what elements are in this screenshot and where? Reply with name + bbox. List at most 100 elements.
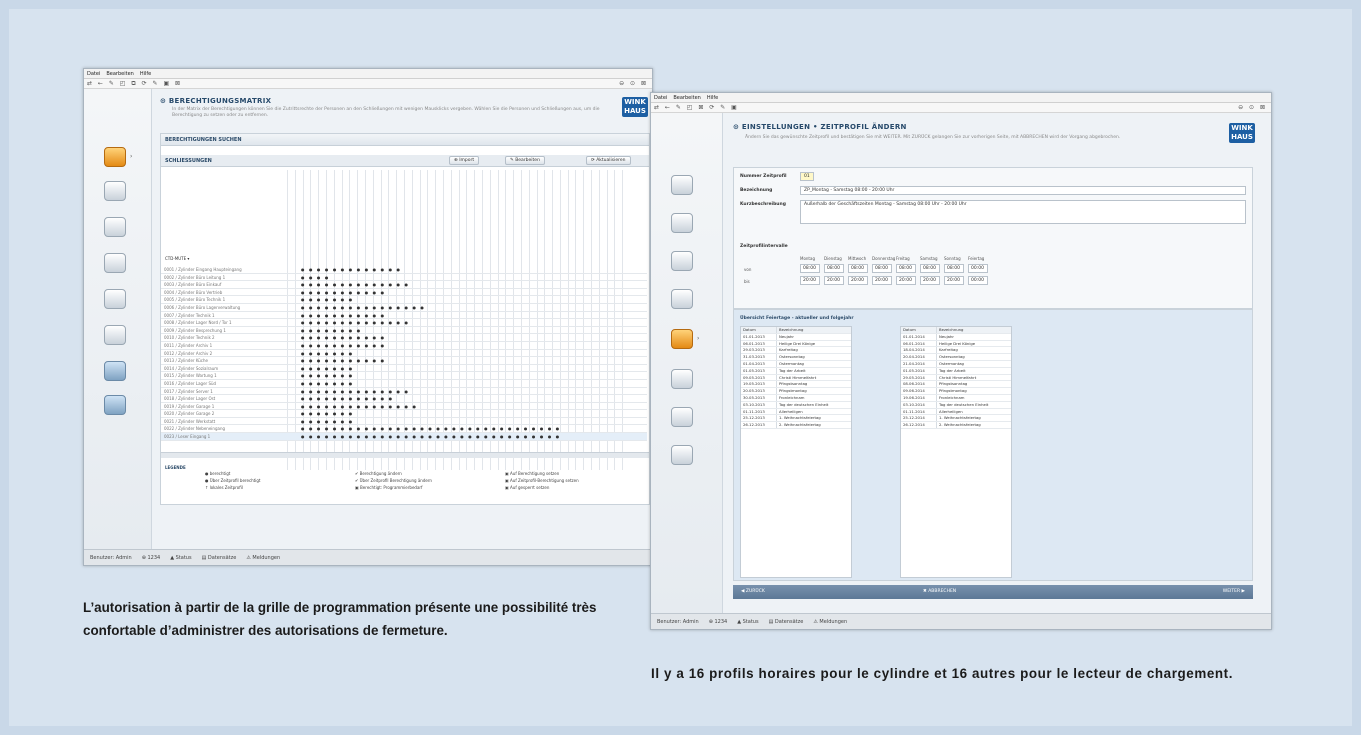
table-row[interactable]: 01.11.2013 Allerheiligen xyxy=(741,408,851,416)
to-time-field[interactable]: 20:00 xyxy=(800,276,820,285)
table-row[interactable]: 0021 / Zylinder Werkstatt ● ● ● ● ● ● ● xyxy=(161,418,647,426)
table-row[interactable]: 0015 / Zylinder Wartung 1 ● ● ● ● ● ● ● xyxy=(161,372,647,380)
table-row[interactable]: 19.06.2014 Fronleichnam xyxy=(901,394,1011,402)
table-row[interactable]: 0005 / Zylinder Büro Technik 1 ● ● ● ● ● … xyxy=(161,296,647,304)
settings-icon[interactable] xyxy=(104,395,126,415)
toolbar-icons[interactable]: ⇄ ← ✎ ◰ ⧉ ⟳ ✎ ▣ ⊠ xyxy=(87,80,182,87)
table-row[interactable]: 18.04.2014 Karfreitag xyxy=(901,347,1011,355)
table-row[interactable]: 0016 / Zylinder Lager Süd ● ● ● ● ● ● ● xyxy=(161,380,647,388)
table-row[interactable]: 0001 / Zylinder Eingang Haupteingang ● ● … xyxy=(161,266,647,274)
table-row[interactable]: 0014 / Zylinder Sozialraum ● ● ● ● ● ● ● xyxy=(161,365,647,373)
menu-file[interactable]: Datei xyxy=(87,71,100,77)
reader-icon[interactable] xyxy=(104,325,126,345)
table-row[interactable]: 0022 / Zylinder Nebeneingang ● ● ● ● ● ● … xyxy=(161,425,647,434)
table-row[interactable]: 09.06.2014 Pfingstmontag xyxy=(901,388,1011,395)
refresh-button[interactable]: ⟳ Aktualisieren xyxy=(586,156,631,165)
from-time-field[interactable]: 08:00 xyxy=(920,264,940,273)
table-row[interactable]: 0009 / Zylinder Besprechung 1 ● ● ● ● ● ●… xyxy=(161,327,647,335)
settings-icon[interactable] xyxy=(671,445,693,465)
table-row[interactable]: 0006 / Zylinder Büro Lagerverwaltung ● ● … xyxy=(161,304,647,312)
from-time-field[interactable]: 08:00 xyxy=(944,264,964,273)
table-row[interactable]: 06.01.2013 Heilige Drei Könige xyxy=(741,340,851,348)
table-row[interactable]: 0018 / Zylinder Lager Ost ● ● ● ● ● ● ● ●… xyxy=(161,395,647,403)
table-row[interactable]: 20.05.2013 Pfingstmontag xyxy=(741,388,851,395)
to-time-field[interactable]: 20:00 xyxy=(872,276,892,285)
table-row[interactable]: 03.10.2014 Tag der deutschen Einheit xyxy=(901,401,1011,409)
document-icon[interactable] xyxy=(671,251,693,271)
profile-number-field[interactable]: 01 xyxy=(800,172,814,181)
table-row[interactable]: 0010 / Zylinder Technik 2 ● ● ● ● ● ● ● ●… xyxy=(161,334,647,342)
table-row[interactable]: 20.04.2014 Ostersonntag xyxy=(901,354,1011,361)
table-row[interactable]: 26.12.2014 2. Weihnachtsfeiertag xyxy=(901,422,1011,429)
table-row[interactable]: 0011 / Zylinder Archiv 1 ● ● ● ● ● ● ● ● … xyxy=(161,342,647,350)
cylinder-icon[interactable] xyxy=(671,329,693,349)
calendar-icon[interactable] xyxy=(104,147,126,167)
table-row[interactable]: 25.12.2013 1. Weihnachtsfeiertag xyxy=(741,415,851,423)
from-time-field[interactable]: 08:00 xyxy=(824,264,844,273)
table-row[interactable]: 0013 / Zylinder Küche ● ● ● ● ● ● ● ● ● ●… xyxy=(161,357,647,365)
from-time-field[interactable]: 08:00 xyxy=(872,264,892,273)
reader-icon[interactable] xyxy=(671,369,693,389)
table-row[interactable]: 08.06.2014 Pfingstsonntag xyxy=(901,381,1011,389)
menu-edit[interactable]: Bearbeiten xyxy=(106,71,133,77)
table-row[interactable]: 01.05.2013 Tag der Arbeit xyxy=(741,367,851,375)
person-icon[interactable] xyxy=(671,289,693,309)
next-button[interactable]: WEITER ▶ xyxy=(1223,589,1245,594)
back-button[interactable]: ◀ ZURÜCK xyxy=(741,589,765,594)
description-field[interactable]: ZP_Montag - Samstag 08:00 - 20:00 Uhr xyxy=(800,186,1246,195)
table-row[interactable]: 0012 / Zylinder Archiv 2 ● ● ● ● ● ● ● xyxy=(161,350,647,358)
table-row[interactable]: 31.03.2013 Ostersonntag xyxy=(741,354,851,361)
from-time-field[interactable]: 00:00 xyxy=(968,264,988,273)
cancel-button[interactable]: ✖ ABBRECHEN xyxy=(923,589,956,594)
to-time-field[interactable]: 20:00 xyxy=(920,276,940,285)
to-time-field[interactable]: 20:00 xyxy=(824,276,844,285)
table-row[interactable]: 06.01.2014 Heilige Drei Könige xyxy=(901,340,1011,348)
table-row[interactable]: 01.05.2014 Tag der Arbeit xyxy=(901,367,1011,375)
table-row[interactable]: 09.05.2013 Christi Himmelfahrt xyxy=(741,374,851,382)
horizontal-scrollbar[interactable] xyxy=(161,452,649,458)
table-row[interactable]: 0017 / Zylinder Server 1 ● ● ● ● ● ● ● ● … xyxy=(161,388,647,396)
table-row[interactable]: 26.12.2013 2. Weihnachtsfeiertag xyxy=(741,422,851,429)
key-icon[interactable] xyxy=(104,181,126,201)
table-row[interactable]: 29.03.2013 Karfreitag xyxy=(741,347,851,355)
table-row[interactable]: 19.05.2013 Pfingstsonntag xyxy=(741,381,851,389)
table-row[interactable]: 30.05.2013 Fronleichnam xyxy=(741,394,851,402)
toolbar-icons[interactable]: ⇄ ← ✎ ◰ ⊠ ⟳ ✎ ▣ xyxy=(654,104,739,111)
notes-field[interactable]: Außerhalb der Geschäftszeiten Montag - S… xyxy=(800,200,1246,224)
to-time-field[interactable]: 20:00 xyxy=(848,276,868,285)
menu-help[interactable]: Hilfe xyxy=(140,71,151,77)
sync-icon[interactable] xyxy=(104,361,126,381)
column-filter-header[interactable]: CTD-MUTE ▾ xyxy=(165,256,189,261)
sync-icon[interactable] xyxy=(671,407,693,427)
table-row[interactable]: 0019 / Zylinder Garage 1 ● ● ● ● ● ● ● ● … xyxy=(161,403,647,411)
window-controls[interactable]: ⊖ ⊙ ⊠ xyxy=(619,80,648,87)
table-row[interactable]: 21.04.2014 Ostermontag xyxy=(901,360,1011,368)
table-row[interactable]: 01.04.2013 Ostermontag xyxy=(741,360,851,368)
from-time-field[interactable]: 08:00 xyxy=(800,264,820,273)
table-row[interactable]: 0020 / Zylinder Garage 2 ● ● ● ● ● ● ● xyxy=(161,410,647,418)
table-row[interactable]: 01.01.2013 Neujahr xyxy=(741,333,851,341)
table-row[interactable]: 0023 / Leser Eingang 1 ● ● ● ● ● ● ● ● ● … xyxy=(161,433,647,441)
table-row[interactable]: 25.12.2014 1. Weihnachtsfeiertag xyxy=(901,415,1011,423)
table-row[interactable]: 0004 / Zylinder Büro Vertrieb ● ● ● ● ● ●… xyxy=(161,289,647,297)
import-button[interactable]: ⊕ Import xyxy=(449,156,480,165)
table-row[interactable]: 0003 / Zylinder Büro Einkauf ● ● ● ● ● ● … xyxy=(161,281,647,289)
window-controls[interactable]: ⊖ ⊙ ⊠ xyxy=(1238,104,1267,111)
table-row[interactable]: 01.01.2014 Neujahr xyxy=(901,333,1011,341)
menu-edit[interactable]: Bearbeiten xyxy=(673,95,700,101)
person-icon[interactable] xyxy=(104,253,126,273)
to-time-field[interactable]: 00:00 xyxy=(968,276,988,285)
to-time-field[interactable]: 20:00 xyxy=(944,276,964,285)
to-time-field[interactable]: 20:00 xyxy=(896,276,916,285)
table-row[interactable]: 01.11.2014 Allerheiligen xyxy=(901,408,1011,416)
key-icon[interactable] xyxy=(671,213,693,233)
search-section-header[interactable]: BERECHTIGUNGEN SUCHEN xyxy=(161,134,649,146)
cylinder-icon[interactable] xyxy=(104,289,126,309)
menu-file[interactable]: Datei xyxy=(654,95,667,101)
table-row[interactable]: 0002 / Zylinder Büro Leitung 1 ● ● ● ● xyxy=(161,274,647,282)
table-row[interactable]: 0007 / Zylinder Technik 1 ● ● ● ● ● ● ● ●… xyxy=(161,312,647,320)
document-icon[interactable] xyxy=(104,217,126,237)
table-row[interactable]: 0008 / Zylinder Lager Nord / Tor 1 ● ● ● … xyxy=(161,319,647,327)
menu-help[interactable]: Hilfe xyxy=(707,95,718,101)
edit-button[interactable]: ✎ Bearbeiten xyxy=(505,156,545,165)
